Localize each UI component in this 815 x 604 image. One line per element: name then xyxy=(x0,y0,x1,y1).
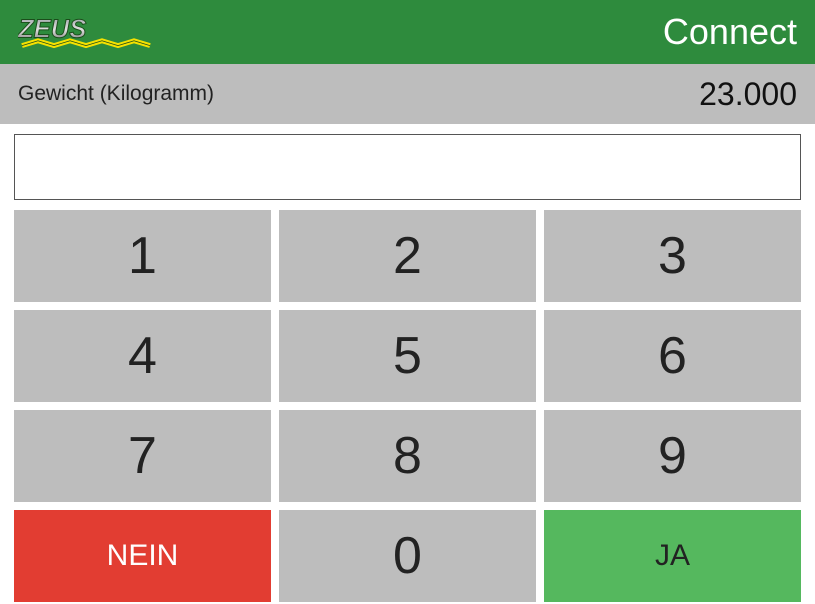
no-button[interactable]: NEIN xyxy=(14,510,271,602)
key-4[interactable]: 4 xyxy=(14,310,271,402)
field-label: Gewicht (Kilogramm) xyxy=(18,82,214,106)
field-value: 23.000 xyxy=(699,76,797,113)
keypad: 1 2 3 4 5 6 7 8 9 NEIN 0 JA xyxy=(14,210,801,602)
key-0[interactable]: 0 xyxy=(279,510,536,602)
key-3[interactable]: 3 xyxy=(544,210,801,302)
zeus-logo: ZEUS xyxy=(18,12,178,52)
key-1[interactable]: 1 xyxy=(14,210,271,302)
yes-button[interactable]: JA xyxy=(544,510,801,602)
key-8[interactable]: 8 xyxy=(279,410,536,502)
header-title: Connect xyxy=(663,11,797,53)
body: 1 2 3 4 5 6 7 8 9 NEIN 0 JA xyxy=(0,124,815,604)
key-6[interactable]: 6 xyxy=(544,310,801,402)
subheader: Gewicht (Kilogramm) 23.000 xyxy=(0,64,815,124)
key-9[interactable]: 9 xyxy=(544,410,801,502)
svg-text:ZEUS: ZEUS xyxy=(18,16,86,44)
header: ZEUS Connect xyxy=(0,0,815,64)
key-7[interactable]: 7 xyxy=(14,410,271,502)
numeric-input[interactable] xyxy=(14,134,801,200)
key-2[interactable]: 2 xyxy=(279,210,536,302)
key-5[interactable]: 5 xyxy=(279,310,536,402)
